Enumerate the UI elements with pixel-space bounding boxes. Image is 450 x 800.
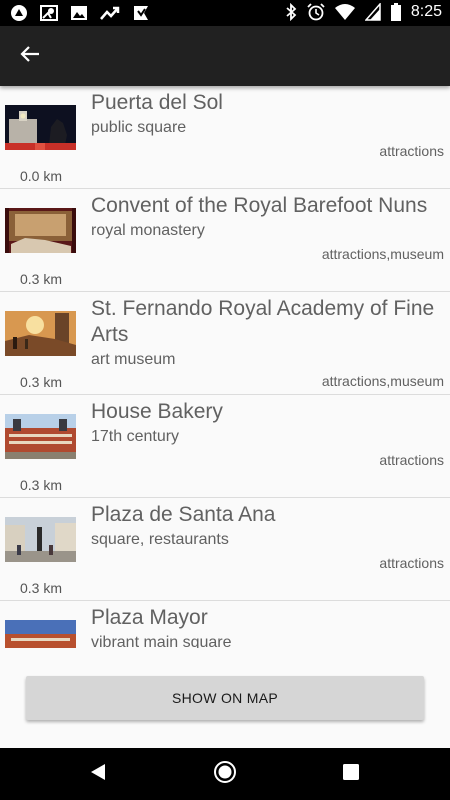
system-navigation-bar (0, 748, 450, 800)
photo-notification-icon (70, 4, 88, 22)
bottom-action-area: SHOW ON MAP (0, 648, 450, 748)
alarm-icon (307, 3, 325, 21)
back-triangle-icon (89, 763, 107, 786)
place-distance: 0.0 km (19, 168, 62, 184)
nav-home-button[interactable] (213, 760, 237, 789)
list-item[interactable]: Convent of the Royal Barefoot Nuns royal… (0, 189, 450, 292)
place-name: House Bakery (91, 400, 223, 423)
list-item[interactable]: House Bakery 17th century attractions 0.… (0, 395, 450, 498)
list-item[interactable]: Puerta del Sol public square attractions… (0, 86, 450, 189)
list-item[interactable]: St. Fernando Royal Academy of Fine Arts … (0, 292, 450, 395)
place-subtitle: art museum (91, 351, 176, 368)
wifi-icon (334, 3, 355, 21)
place-name: Plaza de Santa Ana (91, 503, 276, 526)
status-time: 8:25 (410, 3, 442, 20)
place-categories: attractions (379, 555, 444, 571)
puerta-del-sol-thumbnail (5, 105, 76, 150)
list-item[interactable]: Plaza Mayor vibrant main square (0, 601, 450, 648)
place-subtitle: royal monastery (91, 222, 205, 239)
academy-thumbnail (5, 311, 76, 356)
convent-thumbnail (5, 208, 76, 253)
nav-recents-button[interactable] (339, 762, 363, 786)
place-subtitle: square, restaurants (91, 531, 229, 548)
recents-square-icon (342, 763, 360, 786)
plaza-santa-ana-thumbnail (5, 517, 76, 562)
app-notification-icon (10, 4, 28, 22)
arrow-back-icon (20, 44, 40, 69)
trending-notification-icon (100, 4, 120, 22)
place-categories: attractions,museum (321, 373, 444, 389)
place-subtitle: vibrant main square (91, 634, 232, 648)
place-categories: attractions (379, 452, 444, 468)
place-categories: attractions,museum (321, 246, 444, 262)
place-distance: 0.3 km (19, 580, 62, 596)
status-bar: 8:25 (0, 0, 450, 26)
place-subtitle: public square (91, 119, 187, 136)
place-name: Puerta del Sol (91, 91, 223, 114)
plaza-mayor-thumbnail (5, 620, 76, 648)
battery-icon (390, 3, 401, 21)
cell-signal-icon (364, 3, 381, 21)
place-name: Plaza Mayor (91, 606, 208, 629)
nav-back-button[interactable] (86, 762, 110, 786)
app-bar (0, 26, 450, 86)
back-button[interactable] (12, 38, 48, 74)
list-item[interactable]: Plaza de Santa Ana square, restaurants a… (0, 498, 450, 601)
map-notification-icon (40, 4, 58, 22)
place-name: St. Fernando Royal Academy of Fine Arts (91, 297, 435, 346)
place-distance: 0.3 km (19, 271, 62, 287)
place-name: Convent of the Royal Barefoot Nuns (91, 194, 428, 217)
home-circle-icon (213, 760, 237, 789)
bookmark-notification-icon (132, 4, 150, 22)
place-categories: attractions (379, 143, 444, 159)
house-bakery-thumbnail (5, 414, 76, 459)
places-list[interactable]: Puerta del Sol public square attractions… (0, 86, 450, 648)
show-on-map-button[interactable]: SHOW ON MAP (26, 676, 424, 720)
place-distance: 0.3 km (19, 374, 62, 390)
bluetooth-icon (285, 3, 297, 21)
place-distance: 0.3 km (19, 477, 62, 493)
place-subtitle: 17th century (91, 428, 180, 445)
